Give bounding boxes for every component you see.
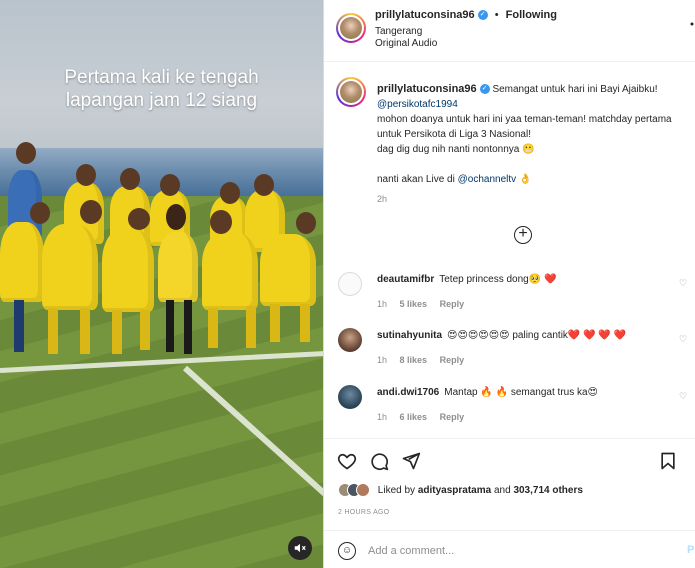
reply-button[interactable]: Reply [440,299,465,309]
verified-badge-icon: ✓ [477,10,488,21]
bookmark-icon[interactable] [658,451,678,471]
caption-line: dag dig dug nih nanti nontonnya 😬 [377,144,535,155]
comment-icon[interactable] [369,451,389,471]
team-photo [0,142,323,370]
post-details-panel: prillylatuconsina96 ✓ • Following Tangera… [323,0,695,568]
comment-avatar[interactable] [338,385,362,409]
comment-time[interactable]: 1h [377,355,387,365]
comment-item: sutinahyunita 😍😍😍😍😍😍 paling cantik❤️ ❤️ ❤… [324,328,695,378]
comment-text: Tetep princess dong🥺 ❤️ [439,274,557,285]
reply-button[interactable]: Reply [440,412,465,422]
comment-username[interactable]: sutinahyunita [377,330,442,341]
header-username[interactable]: prillylatuconsina96 [375,9,475,21]
comment-line: deautamifbr Tetep princess dong🥺 ❤️ [377,274,556,285]
liker-username[interactable]: adityaspratama [418,485,491,496]
video-caption: Pertama kali ke tengah lapangan jam 12 s… [0,66,323,112]
avatar[interactable] [336,13,366,43]
avatar[interactable] [336,77,366,107]
add-comment-bar: ☺ P [324,530,695,568]
comment-item: deautamifbr Tetep princess dong🥺 ❤️ 1h 5 … [324,272,695,322]
liker-avatar [356,483,370,497]
location-link[interactable]: Tangerang [375,26,422,37]
comment-line: sutinahyunita 😍😍😍😍😍😍 paling cantik❤️ ❤️ ❤… [377,330,626,341]
heart-icon[interactable] [337,451,357,471]
comment-line: andi.dwi1706 Mantap 🔥 🔥 semangat trus ka😍 [377,387,598,398]
comment-meta: 1h 5 likes Reply [377,299,474,309]
comment-text: Mantap 🔥 🔥 semangat trus ka😍 [444,387,598,398]
audio-link[interactable]: Original Audio [375,38,437,49]
speaker-muted-icon[interactable] [288,536,312,560]
comment-input[interactable] [368,541,668,561]
comment-meta: 1h 6 likes Reply [377,412,474,422]
post-comment-button[interactable]: P [687,544,694,556]
comment-text: 😍😍😍😍😍😍 paling cantik❤️ ❤️ ❤️ ❤️ [447,330,627,341]
comment-avatar[interactable] [338,328,362,352]
like-comment-heart-icon[interactable]: ♡ [679,391,687,402]
caption-username[interactable]: prillylatuconsina96 [377,83,477,95]
like-comment-heart-icon[interactable]: ♡ [679,278,687,289]
mention-link[interactable]: @persikotafc1994 [377,99,458,110]
reply-button[interactable]: Reply [440,355,465,365]
following-button[interactable]: Following [506,9,557,21]
comment-likes[interactable]: 6 likes [400,412,428,422]
comment-item: andi.dwi1706 Mantap 🔥 🔥 semangat trus ka😍… [324,385,695,435]
load-more-comments-icon[interactable]: + [514,226,532,244]
video-caption-line: lapangan jam 12 siang [65,90,258,111]
caption-line: nanti akan Live di [377,174,455,185]
video-caption-line: Pertama kali ke tengah [64,67,259,88]
separator-dot: • [494,9,499,21]
comment-username[interactable]: deautamifbr [377,274,434,285]
share-icon[interactable] [401,451,421,471]
comment-username[interactable]: andi.dwi1706 [377,387,439,398]
speaker-muted-icon-glyph [294,543,306,553]
more-options-icon[interactable] [690,22,695,26]
comment-meta: 1h 8 likes Reply [377,355,474,365]
likes-count[interactable]: 303,714 others [513,485,583,496]
comment-time[interactable]: 1h [377,412,387,422]
mention-link[interactable]: @ochanneltv [458,174,517,185]
comment-likes[interactable]: 8 likes [400,355,428,365]
header-user-row: prillylatuconsina96 ✓ • Following [375,9,557,21]
likes-summary: Liked by adityaspratama and 303,714 othe… [338,483,583,499]
comment-avatar[interactable] [338,272,362,296]
emoji-icon[interactable]: ☺ [338,542,356,560]
likes-prefix: Liked by [377,484,416,496]
caption-text: prillylatuconsina96 ✓ Semangat untuk hari… [377,82,695,187]
caption-line: mohon doanya untuk hari ini yaa teman-te… [377,114,672,125]
post-header: prillylatuconsina96 ✓ • Following Tangera… [324,0,695,62]
comment-likes[interactable]: 5 likes [400,299,428,309]
comment-time[interactable]: 1h [377,299,387,309]
verified-badge-icon: ✓ [479,84,490,95]
post-timestamp[interactable]: 2 HOURS AGO [338,509,390,516]
caption-line: untuk Persikota di Liga 3 Nasional! [377,129,531,140]
caption-emoji: 👌 [518,174,532,185]
likes-middle: and [493,484,511,496]
caption-line: Semangat untuk hari ini Bayi Ajaibku! [492,84,658,95]
like-comment-heart-icon[interactable]: ♡ [679,334,687,345]
caption-time[interactable]: 2h [377,194,387,204]
post-video[interactable]: Pertama kali ke tengah lapangan jam 12 s… [0,0,323,568]
